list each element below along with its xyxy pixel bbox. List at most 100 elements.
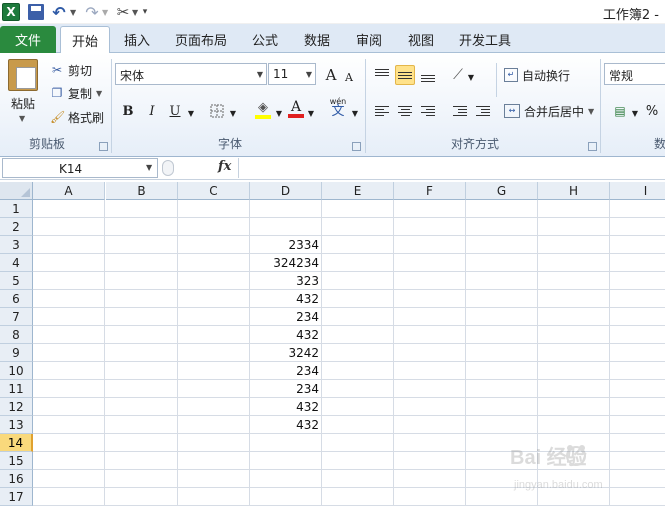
fill-color-button[interactable]: ◈ — [252, 99, 274, 119]
column-header-g[interactable]: G — [466, 182, 538, 200]
row-header-1[interactable]: 1 — [0, 200, 33, 218]
tab-view[interactable]: 视图 — [398, 26, 444, 53]
insert-function-button[interactable]: fx — [218, 159, 231, 174]
tools-dropdown-icon[interactable]: ▼ — [132, 3, 138, 21]
paste-button[interactable]: 粘贴 — [11, 95, 35, 112]
align-right-button[interactable] — [418, 101, 438, 121]
formula-input[interactable] — [238, 158, 665, 178]
number-format-select[interactable]: 常规 — [604, 63, 665, 85]
borders-button[interactable] — [208, 101, 226, 121]
cut-button[interactable]: ✂ 剪切 — [50, 61, 92, 79]
cell-d3[interactable]: 2334 — [250, 236, 321, 254]
column-header-h[interactable]: H — [538, 182, 610, 200]
row-header-13[interactable]: 13 — [0, 416, 33, 434]
italic-button[interactable]: I — [142, 101, 162, 121]
cell-d8[interactable]: 432 — [250, 326, 321, 344]
tab-developer[interactable]: 开发工具 — [452, 26, 518, 53]
column-header-d[interactable]: D — [250, 182, 322, 200]
clipboard-launcher-icon[interactable] — [99, 142, 108, 151]
tools-icon[interactable]: ✂ — [114, 3, 132, 21]
align-center-button[interactable] — [395, 101, 415, 121]
column-header-e[interactable]: E — [322, 182, 394, 200]
excel-logo-icon[interactable]: X — [2, 3, 20, 21]
column-header-i[interactable]: I — [610, 182, 665, 200]
copy-button[interactable]: ❐ 复制 ▼ — [50, 84, 103, 102]
align-middle-button[interactable] — [395, 65, 415, 85]
tab-formulas[interactable]: 公式 — [242, 26, 288, 53]
font-color-button[interactable]: A — [286, 99, 306, 119]
column-header-a[interactable]: A — [33, 182, 105, 200]
wrap-text-button[interactable]: ↵ 自动换行 — [504, 65, 570, 85]
decrease-indent-button[interactable] — [450, 101, 470, 121]
column-header-b[interactable]: B — [106, 182, 178, 200]
row-header-2[interactable]: 2 — [0, 218, 33, 236]
underline-button[interactable]: U — [165, 101, 185, 121]
grow-font-button[interactable]: A — [322, 65, 340, 85]
tab-data[interactable]: 数据 — [294, 26, 340, 53]
increase-indent-button[interactable] — [473, 101, 493, 121]
accounting-format-button[interactable]: ▤ — [610, 101, 630, 121]
borders-dropdown-icon[interactable]: ▼ — [228, 103, 238, 123]
merge-center-button[interactable]: ↔ 合并后居中 ▼ — [504, 101, 594, 121]
name-box[interactable]: K14 — [2, 158, 158, 178]
underline-dropdown-icon[interactable]: ▼ — [186, 103, 196, 123]
font-size-select[interactable]: 11 ▼ — [268, 63, 316, 85]
font-name-select[interactable]: 宋体 ▼ — [115, 63, 267, 85]
font-launcher-icon[interactable] — [352, 142, 361, 151]
row-header-6[interactable]: 6 — [0, 290, 33, 308]
chevron-down-icon[interactable]: ▼ — [146, 163, 152, 172]
formula-bar-splitter[interactable] — [162, 160, 174, 176]
paste-dropdown-icon[interactable]: ▼ — [19, 114, 25, 123]
tab-file[interactable]: 文件 — [0, 26, 56, 53]
phonetic-button[interactable]: wén 文 — [326, 97, 350, 118]
paste-icon[interactable] — [8, 59, 38, 91]
row-header-10[interactable]: 10 — [0, 362, 33, 380]
format-painter-button[interactable]: 🖌 格式刷 — [50, 108, 104, 126]
row-header-14[interactable]: 14 — [0, 434, 33, 452]
font-color-dropdown-icon[interactable]: ▼ — [306, 103, 316, 123]
redo-icon[interactable]: ↷ — [84, 3, 100, 22]
cell-d9[interactable]: 3242 — [250, 344, 321, 362]
phonetic-dropdown-icon[interactable]: ▼ — [350, 103, 360, 123]
tab-page-layout[interactable]: 页面布局 — [168, 26, 234, 53]
cell-d12[interactable]: 432 — [250, 398, 321, 416]
row-header-5[interactable]: 5 — [0, 272, 33, 290]
alignment-launcher-icon[interactable] — [588, 142, 597, 151]
row-header-8[interactable]: 8 — [0, 326, 33, 344]
cell-d6[interactable]: 432 — [250, 290, 321, 308]
align-top-button[interactable] — [372, 65, 392, 85]
row-header-17[interactable]: 17 — [0, 488, 33, 506]
align-bottom-button[interactable] — [418, 65, 438, 85]
orientation-icon[interactable]: ⟋ — [450, 65, 466, 85]
cell-d10[interactable]: 234 — [250, 362, 321, 380]
tab-review[interactable]: 审阅 — [346, 26, 392, 53]
accounting-dropdown-icon[interactable]: ▼ — [630, 103, 640, 123]
cell-d5[interactable]: 323 — [250, 272, 321, 290]
orientation-dropdown-icon[interactable]: ▼ — [466, 67, 476, 87]
row-header-15[interactable]: 15 — [0, 452, 33, 470]
column-header-c[interactable]: C — [178, 182, 250, 200]
row-header-9[interactable]: 9 — [0, 344, 33, 362]
shrink-font-button[interactable]: A — [341, 67, 357, 87]
row-header-7[interactable]: 7 — [0, 308, 33, 326]
percent-button[interactable]: % — [643, 101, 661, 121]
align-left-button[interactable] — [372, 101, 392, 121]
bold-button[interactable]: B — [118, 101, 138, 121]
row-header-4[interactable]: 4 — [0, 254, 33, 272]
cell-d4[interactable]: 324234 — [250, 254, 321, 272]
cell-d13[interactable]: 432 — [250, 416, 321, 434]
customize-toolbar-icon[interactable]: ▾ — [140, 3, 150, 21]
column-header-f[interactable]: F — [394, 182, 466, 200]
undo-dropdown-icon[interactable]: ▼ — [70, 3, 76, 21]
fill-color-dropdown-icon[interactable]: ▼ — [274, 103, 284, 123]
select-all-button[interactable] — [0, 182, 33, 200]
save-icon[interactable] — [28, 4, 44, 20]
redo-dropdown-icon[interactable]: ▼ — [102, 3, 108, 21]
tab-home[interactable]: 开始 — [60, 26, 110, 54]
tab-insert[interactable]: 插入 — [113, 26, 161, 53]
row-header-16[interactable]: 16 — [0, 470, 33, 488]
row-header-3[interactable]: 3 — [0, 236, 33, 254]
row-header-11[interactable]: 11 — [0, 380, 33, 398]
cell-d7[interactable]: 234 — [250, 308, 321, 326]
cell-d11[interactable]: 234 — [250, 380, 321, 398]
